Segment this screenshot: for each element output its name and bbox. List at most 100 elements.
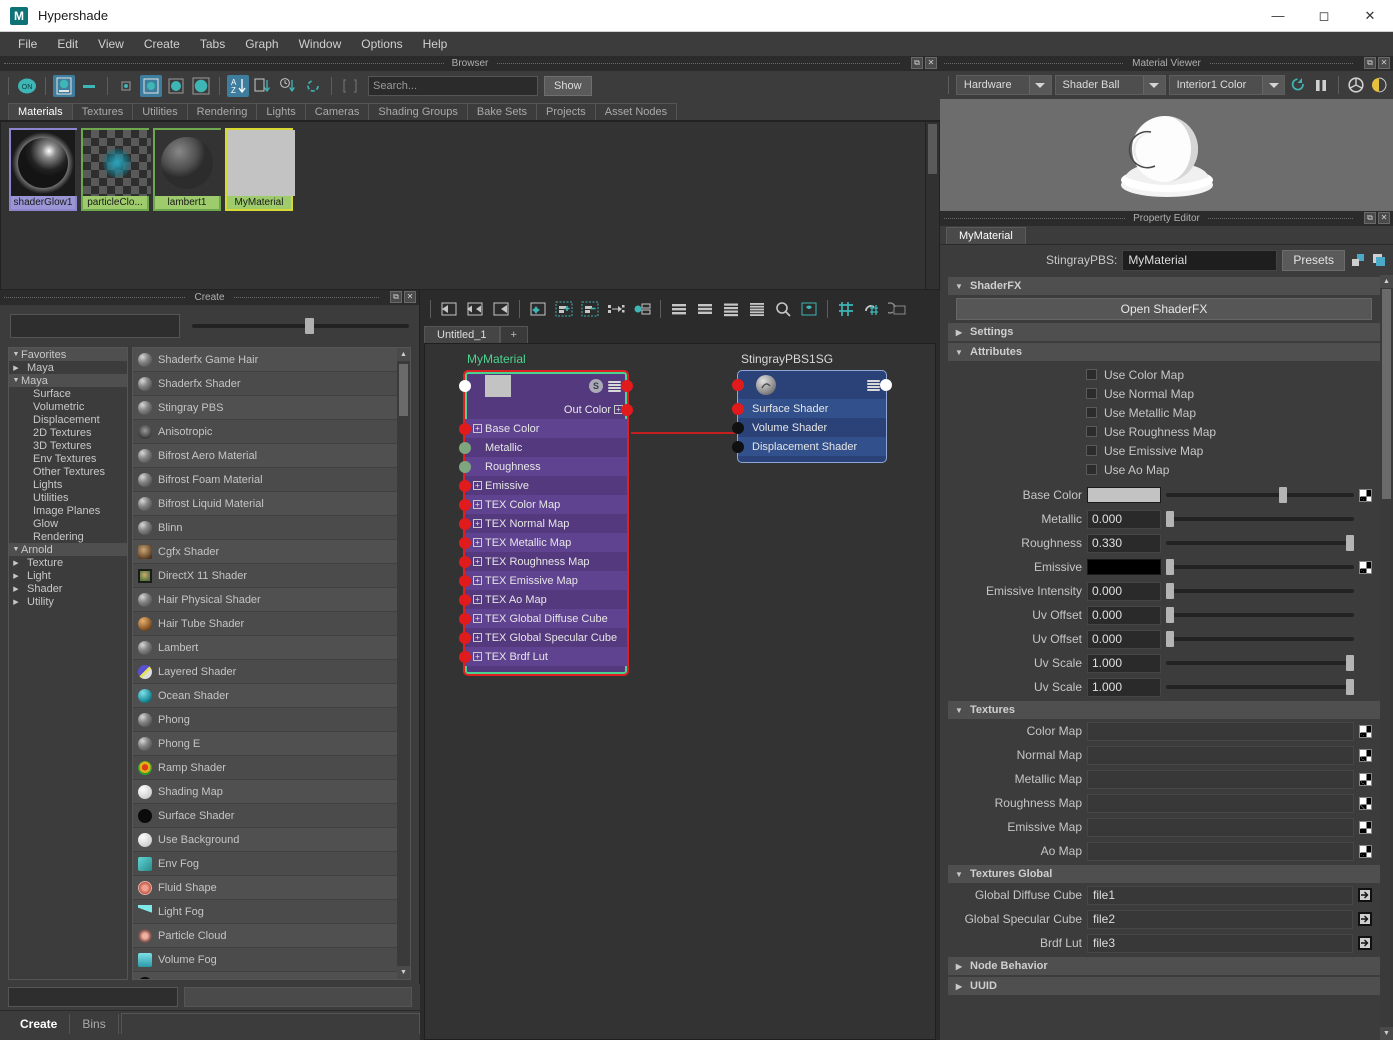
- checkbox[interactable]: [1086, 445, 1097, 456]
- open-shaderfx-button[interactable]: Open ShaderFX: [956, 298, 1372, 320]
- create-list-scrollbar[interactable]: ▲ ▼: [397, 348, 410, 979]
- reset-view-icon[interactable]: [886, 297, 910, 321]
- material-swatch[interactable]: particleClo...: [81, 128, 149, 211]
- create-icon-size-slider[interactable]: [192, 316, 409, 336]
- create-node-shaderfx-game-hair[interactable]: Shaderfx Game Hair: [133, 348, 397, 372]
- node-attr-roughness[interactable]: Roughness: [465, 457, 627, 476]
- attr-value-input[interactable]: 1.000: [1087, 654, 1161, 673]
- bottom-tab-bins[interactable]: Bins: [70, 1014, 118, 1034]
- texture-input[interactable]: [1087, 770, 1354, 789]
- tree-toggle-icon[interactable]: ▶: [11, 585, 21, 593]
- attr-input-port[interactable]: [459, 594, 471, 606]
- section-shaderfx[interactable]: ▼ ShaderFX: [948, 277, 1380, 295]
- tree-item-displacement[interactable]: Displacement: [9, 413, 127, 426]
- sort-alphabetical-icon[interactable]: AZ: [227, 75, 249, 97]
- show-list-icon[interactable]: [745, 297, 769, 321]
- tree-item-3d-textures[interactable]: 3D Textures: [9, 439, 127, 452]
- node-attr-tex-color-map[interactable]: +TEX Color Map: [465, 495, 627, 514]
- menu-edit[interactable]: Edit: [47, 34, 88, 54]
- browser-tab-bake-sets[interactable]: Bake Sets: [467, 103, 537, 120]
- slider-knob[interactable]: [1166, 559, 1174, 575]
- pause-icon[interactable]: [1311, 74, 1331, 96]
- remove-selected-icon[interactable]: [578, 297, 602, 321]
- create-node-surface-shader[interactable]: Surface Shader: [133, 804, 397, 828]
- tree-item-maya[interactable]: ▶Maya: [9, 361, 127, 374]
- checkbox[interactable]: [1086, 407, 1097, 418]
- tree-item-maya[interactable]: ▼Maya: [9, 374, 127, 387]
- expand-icon[interactable]: +: [473, 576, 482, 585]
- browser-tab-cameras[interactable]: Cameras: [305, 103, 370, 120]
- attr-slider[interactable]: [1166, 510, 1354, 529]
- create-node-volume-fog[interactable]: Volume Fog: [133, 948, 397, 972]
- tree-toggle-icon[interactable]: ▶: [11, 364, 21, 372]
- node-attr-tex-global-specular-cube[interactable]: +TEX Global Specular Cube: [465, 628, 627, 647]
- environment-dropdown[interactable]: Interior1 Color: [1169, 75, 1286, 95]
- attr-slider[interactable]: [1166, 558, 1354, 577]
- output-connections-icon[interactable]: [489, 297, 513, 321]
- sort-list-icon[interactable]: [252, 75, 274, 97]
- map-button-icon[interactable]: [1359, 749, 1372, 762]
- rearrange-graph-icon[interactable]: [526, 297, 550, 321]
- attr-input-port[interactable]: [459, 442, 471, 454]
- create-node-bifrost-liquid-material[interactable]: Bifrost Liquid Material: [133, 492, 397, 516]
- expand-icon[interactable]: +: [473, 481, 482, 490]
- search-icon[interactable]: [771, 297, 795, 321]
- tree-item-shader[interactable]: ▶Shader: [9, 582, 127, 595]
- tree-item-utilities[interactable]: Utilities: [9, 491, 127, 504]
- create-node-fluid-shape[interactable]: Fluid Shape: [133, 876, 397, 900]
- node-mymaterial[interactable]: S Out Color + +Base ColorMetallicRoughne…: [463, 370, 629, 676]
- attr-value-input[interactable]: 0.000: [1087, 510, 1161, 529]
- create-node-bifrost-aero-material[interactable]: Bifrost Aero Material: [133, 444, 397, 468]
- node-attr-tex-brdf-lut[interactable]: +TEX Brdf Lut: [465, 647, 627, 666]
- browser-tab-lights[interactable]: Lights: [256, 103, 305, 120]
- map-button-icon[interactable]: [1359, 561, 1372, 574]
- tree-item-light[interactable]: ▶Light: [9, 569, 127, 582]
- menu-tabs[interactable]: Tabs: [190, 34, 235, 54]
- attr-input-port[interactable]: [732, 441, 744, 453]
- expand-icon[interactable]: +: [473, 538, 482, 547]
- on-toggle-icon[interactable]: ON: [16, 75, 38, 97]
- create-node-anisotropic[interactable]: Anisotropic: [133, 420, 397, 444]
- goto-node-icon[interactable]: [1358, 912, 1372, 926]
- attr-input-port[interactable]: [459, 461, 471, 473]
- graph-tab-untitled_1[interactable]: Untitled_1: [424, 326, 500, 343]
- node-name-input[interactable]: MyMaterial: [1122, 250, 1277, 271]
- grid-icon[interactable]: [834, 297, 858, 321]
- menu-window[interactable]: Window: [289, 34, 352, 54]
- node-attr-tex-ao-map[interactable]: +TEX Ao Map: [465, 590, 627, 609]
- checkbox[interactable]: [1086, 369, 1097, 380]
- node-output-port[interactable]: [621, 380, 633, 392]
- attr-input-port[interactable]: [459, 499, 471, 511]
- bottom-tab-create[interactable]: Create: [8, 1014, 70, 1034]
- attr-value-input[interactable]: 0.000: [1087, 606, 1161, 625]
- attr-input-port[interactable]: [459, 537, 471, 549]
- slider-knob[interactable]: [1279, 487, 1287, 503]
- expand-icon[interactable]: +: [473, 633, 482, 642]
- browser-tab-utilities[interactable]: Utilities: [132, 103, 187, 120]
- material-swatch[interactable]: shaderGlow1: [9, 128, 77, 211]
- node-attr-surface-shader[interactable]: Surface Shader: [738, 399, 886, 418]
- create-node-env-fog[interactable]: Env Fog: [133, 852, 397, 876]
- section-uuid[interactable]: ▶ UUID: [948, 977, 1380, 995]
- create-node-light-fog[interactable]: Light Fog: [133, 900, 397, 924]
- attr-input-port[interactable]: [459, 480, 471, 492]
- section-textures[interactable]: ▼ Textures: [948, 701, 1380, 719]
- section-node-behavior[interactable]: ▶ Node Behavior: [948, 957, 1380, 975]
- tree-item-texture[interactable]: ▶Texture: [9, 556, 127, 569]
- scroll-up-arrow[interactable]: ▲: [1380, 275, 1393, 288]
- attr-value-input[interactable]: 0.000: [1087, 582, 1161, 601]
- create-node-phong-e[interactable]: Phong E: [133, 732, 397, 756]
- scroll-down-arrow[interactable]: ▼: [397, 966, 410, 979]
- tree-toggle-icon[interactable]: ▼: [11, 351, 21, 358]
- shader-ball-preview[interactable]: [940, 99, 1393, 211]
- tree-item-2d-textures[interactable]: 2D Textures: [9, 426, 127, 439]
- texture-input[interactable]: [1087, 722, 1354, 741]
- node-attr-volume-shader[interactable]: Volume Shader: [738, 418, 886, 437]
- tab-mymaterial[interactable]: MyMaterial: [946, 227, 1026, 244]
- attr-slider[interactable]: [1166, 534, 1354, 553]
- slider-knob[interactable]: [1346, 535, 1354, 551]
- create-node-lambert[interactable]: Lambert: [133, 636, 397, 660]
- map-button-icon[interactable]: [1359, 725, 1372, 738]
- node-input-port[interactable]: [459, 380, 471, 392]
- input-connections-icon[interactable]: [437, 297, 461, 321]
